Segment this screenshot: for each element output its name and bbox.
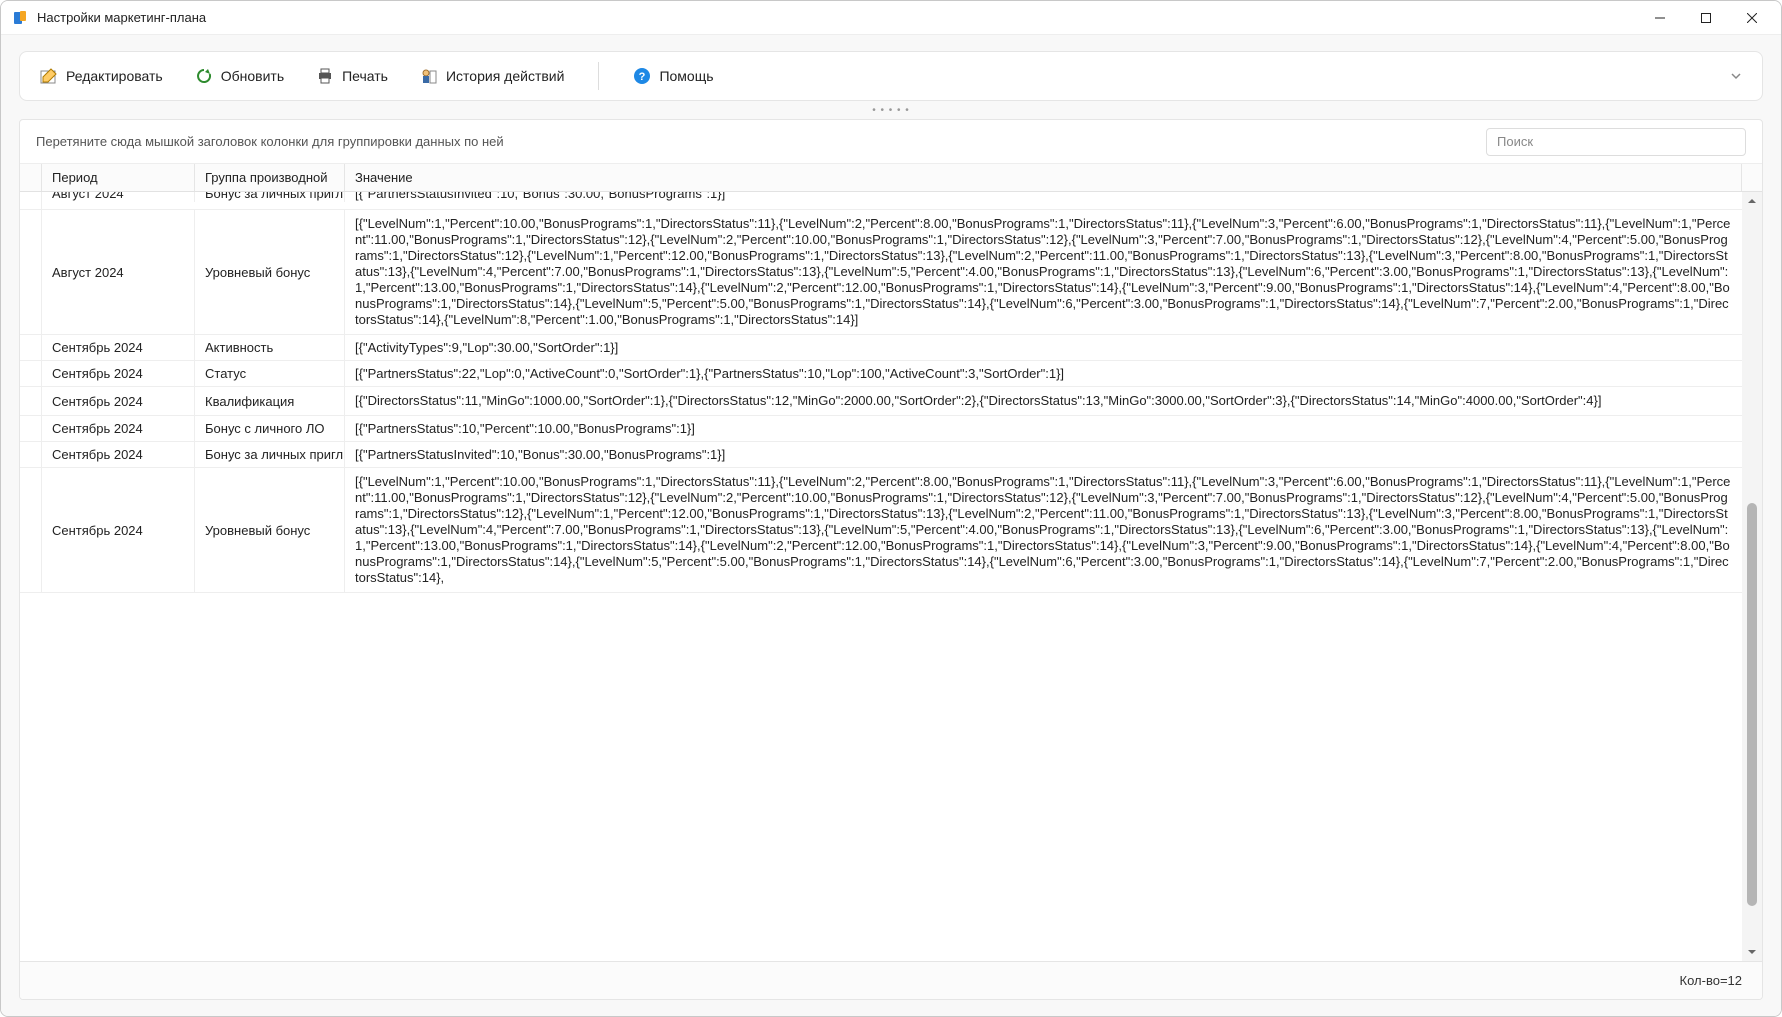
cell-group: Статус xyxy=(195,361,345,386)
edit-button[interactable]: Редактировать xyxy=(34,63,169,89)
table-row[interactable]: Сентябрь 2024Бонус за личных пригл...[{"… xyxy=(20,442,1742,468)
toolbar-separator xyxy=(598,62,599,90)
group-panel[interactable]: Перетяните сюда мышкой заголовок колонки… xyxy=(20,120,1762,164)
group-panel-hint: Перетяните сюда мышкой заголовок колонки… xyxy=(36,134,1470,149)
cell-group: Бонус с личного ЛО xyxy=(195,416,345,441)
cell-value: [{"PartnersStatus":10,"Percent":10.00,"B… xyxy=(345,416,1742,441)
column-header-value[interactable]: Значение xyxy=(345,164,1742,191)
cell-period: Август 2024 xyxy=(42,192,195,202)
history-icon xyxy=(420,67,438,85)
row-expander[interactable] xyxy=(20,468,42,592)
edit-icon xyxy=(40,67,58,85)
cell-period: Сентябрь 2024 xyxy=(42,468,195,592)
toolbar-collapse-button[interactable] xyxy=(1724,64,1748,88)
cell-value: [{"LevelNum":1,"Percent":10.00,"BonusPro… xyxy=(345,468,1742,592)
cell-period: Август 2024 xyxy=(42,210,195,334)
cell-value: [{"LevelNum":1,"Percent":10.00,"BonusPro… xyxy=(345,210,1742,334)
grid-body: Август 2024Бонус за личных пригл...[{"Pa… xyxy=(20,192,1742,961)
close-button[interactable] xyxy=(1729,3,1775,33)
maximize-button[interactable] xyxy=(1683,3,1729,33)
cell-period: Сентябрь 2024 xyxy=(42,416,195,441)
cell-period: Сентябрь 2024 xyxy=(42,335,195,360)
cell-group: Бонус за личных пригл... xyxy=(195,192,345,202)
help-icon: ? xyxy=(633,67,651,85)
grid-footer: Кол-во=12 xyxy=(20,961,1762,999)
cell-value: [{"PartnersStatusInvited":10,"Bonus":30.… xyxy=(345,192,1742,202)
data-grid: Перетяните сюда мышкой заголовок колонки… xyxy=(19,119,1763,1000)
grid-body-wrap: Август 2024Бонус за личных пригл...[{"Pa… xyxy=(20,192,1762,961)
window-title: Настройки маркетинг-плана xyxy=(37,10,206,25)
row-expander[interactable] xyxy=(20,387,42,415)
search-placeholder: Поиск xyxy=(1497,134,1533,149)
cell-value: [{"PartnersStatusInvited":10,"Bonus":30.… xyxy=(345,442,1742,467)
column-expander[interactable] xyxy=(20,164,42,191)
svg-text:?: ? xyxy=(639,71,646,83)
cell-period: Сентябрь 2024 xyxy=(42,361,195,386)
print-button[interactable]: Печать xyxy=(310,63,394,89)
cell-group: Уровневый бонус xyxy=(195,210,345,334)
refresh-icon xyxy=(195,67,213,85)
titlebar: Настройки маркетинг-плана xyxy=(1,1,1781,35)
scrollbar-thumb[interactable] xyxy=(1747,503,1757,906)
client-area: Редактировать Обновить Печать История де… xyxy=(1,35,1781,1016)
cell-value: [{"PartnersStatus":22,"Lop":0,"ActiveCou… xyxy=(345,361,1742,386)
cell-period: Сентябрь 2024 xyxy=(42,442,195,467)
splitter-handle[interactable]: • • • • • xyxy=(19,101,1763,119)
row-expander[interactable] xyxy=(20,416,42,441)
scroll-up-arrow[interactable] xyxy=(1743,192,1761,210)
app-icon xyxy=(11,9,29,27)
table-row[interactable]: Август 2024Уровневый бонус[{"LevelNum":1… xyxy=(20,210,1742,335)
cell-group: Квалификация xyxy=(195,387,345,415)
row-expander[interactable] xyxy=(20,210,42,334)
scrollbar-track[interactable] xyxy=(1747,210,1757,943)
help-label: Помощь xyxy=(659,68,713,84)
column-header-group[interactable]: Группа производной xyxy=(195,164,345,191)
row-expander[interactable] xyxy=(20,361,42,386)
column-header-period[interactable]: Период xyxy=(42,164,195,191)
row-expander[interactable] xyxy=(20,335,42,360)
table-row[interactable]: Сентябрь 2024Квалификация[{"DirectorsSta… xyxy=(20,387,1742,416)
table-row[interactable]: Сентябрь 2024Статус[{"PartnersStatus":22… xyxy=(20,361,1742,387)
minimize-button[interactable] xyxy=(1637,3,1683,33)
edit-label: Редактировать xyxy=(66,68,163,84)
scroll-down-arrow[interactable] xyxy=(1743,943,1761,961)
cell-group: Бонус за личных пригл... xyxy=(195,442,345,467)
cell-value: [{"ActivityTypes":9,"Lop":30.00,"SortOrd… xyxy=(345,335,1742,360)
refresh-button[interactable]: Обновить xyxy=(189,63,290,89)
toolbar: Редактировать Обновить Печать История де… xyxy=(19,51,1763,101)
cell-group: Уровневый бонус xyxy=(195,468,345,592)
row-expander[interactable] xyxy=(20,192,42,209)
cell-period: Сентябрь 2024 xyxy=(42,387,195,415)
history-label: История действий xyxy=(446,68,564,84)
grid-header: Период Группа производной Значение xyxy=(20,164,1762,192)
table-row[interactable]: Сентябрь 2024Уровневый бонус[{"LevelNum"… xyxy=(20,468,1742,593)
refresh-label: Обновить xyxy=(221,68,284,84)
search-input[interactable]: Поиск xyxy=(1486,128,1746,156)
scrollbar-gutter xyxy=(1742,164,1762,191)
cell-group: Активность xyxy=(195,335,345,360)
cell-value: [{"DirectorsStatus":11,"MinGo":1000.00,"… xyxy=(345,387,1742,415)
row-expander[interactable] xyxy=(20,442,42,467)
table-row[interactable]: Сентябрь 2024Активность[{"ActivityTypes"… xyxy=(20,335,1742,361)
help-button[interactable]: ? Помощь xyxy=(627,63,719,89)
print-label: Печать xyxy=(342,68,388,84)
vertical-scrollbar[interactable] xyxy=(1742,192,1762,961)
app-window: Настройки маркетинг-плана Редактировать xyxy=(0,0,1782,1017)
table-row[interactable]: Сентябрь 2024Бонус с личного ЛО[{"Partne… xyxy=(20,416,1742,442)
row-count-label: Кол-во=12 xyxy=(1680,973,1742,988)
table-row[interactable]: Август 2024Бонус за личных пригл...[{"Pa… xyxy=(20,192,1742,210)
print-icon xyxy=(316,67,334,85)
history-button[interactable]: История действий xyxy=(414,63,570,89)
